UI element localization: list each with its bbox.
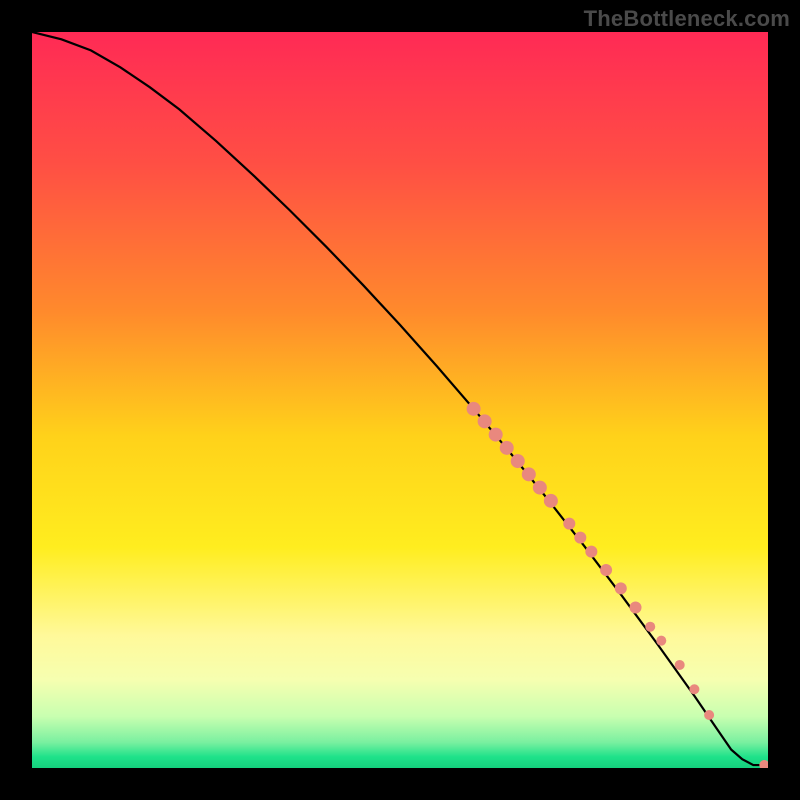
data-dot	[704, 710, 714, 720]
attribution-text: TheBottleneck.com	[584, 6, 790, 32]
data-dot	[489, 428, 503, 442]
data-dot	[630, 602, 642, 614]
chart-frame	[32, 32, 768, 768]
chart-svg	[32, 32, 768, 768]
data-dot	[689, 684, 699, 694]
data-dot	[522, 467, 536, 481]
data-dot	[467, 402, 481, 416]
data-dot	[511, 454, 525, 468]
data-dot	[645, 622, 655, 632]
data-dot	[600, 564, 612, 576]
data-dot	[500, 441, 514, 455]
data-dot	[675, 660, 685, 670]
gradient-background	[32, 32, 768, 768]
data-dot	[574, 532, 586, 544]
data-dot	[615, 582, 627, 594]
data-dot	[544, 494, 558, 508]
data-dot	[533, 481, 547, 495]
data-dot	[478, 414, 492, 428]
data-dot	[656, 636, 666, 646]
data-dot	[563, 518, 575, 530]
data-dot	[585, 546, 597, 558]
